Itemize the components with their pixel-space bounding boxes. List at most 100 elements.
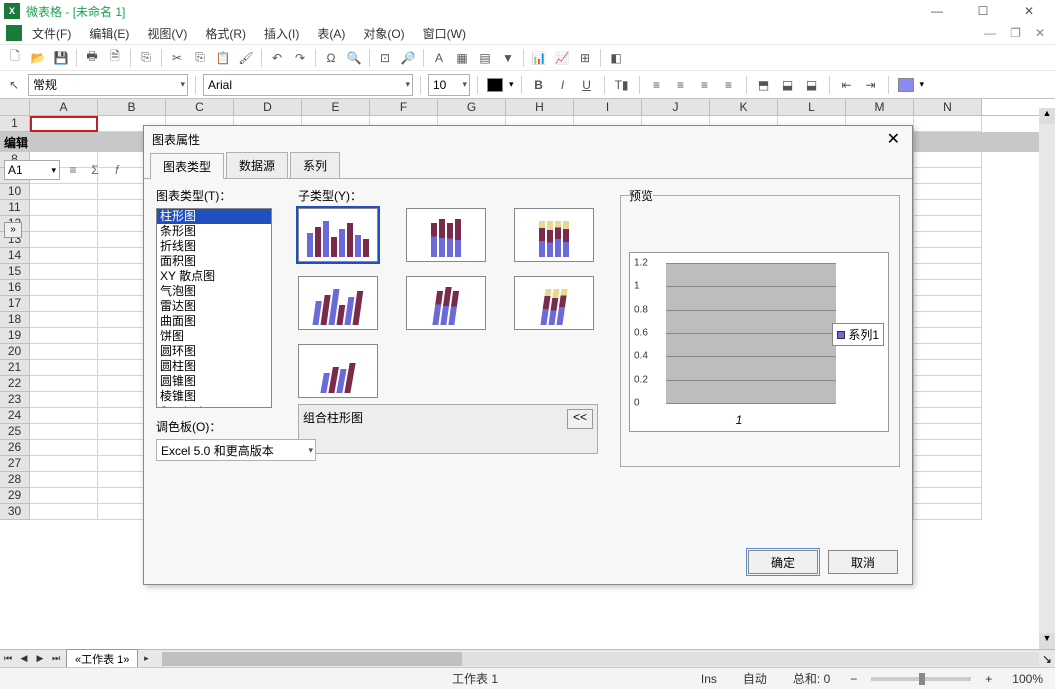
expand-row-button[interactable]: »	[4, 222, 22, 238]
chart-type-item[interactable]: 雷达图	[157, 299, 271, 314]
chart-type-item[interactable]: 圆柱图	[157, 359, 271, 374]
row-header[interactable]: 23	[0, 392, 30, 408]
cell[interactable]	[914, 360, 982, 376]
redo-icon[interactable]: ↷	[289, 47, 311, 69]
cell[interactable]	[30, 328, 98, 344]
row-header[interactable]: 18	[0, 312, 30, 328]
cell[interactable]	[914, 344, 982, 360]
chart-type-item[interactable]: 曲面图	[157, 314, 271, 329]
cell[interactable]	[914, 440, 982, 456]
cell[interactable]	[914, 296, 982, 312]
chart-icon[interactable]: 📊	[528, 47, 550, 69]
cell[interactable]	[914, 216, 982, 232]
cell[interactable]	[30, 456, 98, 472]
row-header[interactable]: 24	[0, 408, 30, 424]
cell-a1[interactable]	[30, 116, 98, 132]
select-all-corner[interactable]	[0, 99, 30, 115]
cell[interactable]	[30, 472, 98, 488]
col-header-D[interactable]: D	[234, 99, 302, 115]
subtype-100stacked-3d[interactable]	[514, 276, 594, 330]
tab-chart-type[interactable]: 图表类型	[150, 153, 224, 179]
row-header[interactable]: 22	[0, 376, 30, 392]
valign-mid-icon[interactable]: ⬓	[778, 75, 798, 95]
chart-type-item[interactable]: 圆锥图	[157, 374, 271, 389]
col-header-M[interactable]: M	[846, 99, 914, 115]
cell[interactable]	[30, 264, 98, 280]
print-preview-icon[interactable]: 🗎	[104, 47, 126, 69]
col-header-I[interactable]: I	[574, 99, 642, 115]
sum-icon[interactable]: Σ	[86, 161, 104, 179]
menu-sheet[interactable]: 表(A)	[309, 23, 353, 44]
cell[interactable]	[30, 232, 98, 248]
col-header-F[interactable]: F	[370, 99, 438, 115]
textbox-icon[interactable]: A	[428, 47, 450, 69]
cell[interactable]	[30, 504, 98, 520]
cell[interactable]	[30, 216, 98, 232]
cell[interactable]	[30, 248, 98, 264]
italic-icon[interactable]: I	[553, 75, 573, 95]
font-color-icon[interactable]	[485, 75, 505, 95]
subtype-stacked-3d[interactable]	[406, 276, 486, 330]
zoom-level[interactable]: 100%	[1006, 672, 1049, 686]
tab-data-source[interactable]: 数据源	[226, 152, 288, 178]
ok-button[interactable]: 确定	[748, 550, 818, 574]
undo-icon[interactable]: ↶	[266, 47, 288, 69]
zoom-icon[interactable]: 🔎	[397, 47, 419, 69]
cell[interactable]	[30, 280, 98, 296]
sheet-tab[interactable]: «工作表 1»	[66, 649, 138, 668]
valign-bottom-icon[interactable]: ⬓	[802, 75, 822, 95]
cell[interactable]	[914, 312, 982, 328]
chart-type-item[interactable]: 圆环图	[157, 344, 271, 359]
row-header[interactable]: 27	[0, 456, 30, 472]
cell[interactable]	[30, 376, 98, 392]
menu-format[interactable]: 格式(R)	[197, 23, 254, 44]
cancel-button[interactable]: 取消	[828, 550, 898, 574]
pivot-icon[interactable]: ⊞	[574, 47, 596, 69]
vertical-scrollbar[interactable]: ▲ ▼	[1039, 108, 1055, 649]
autofilter-icon[interactable]: ▼	[497, 47, 519, 69]
palette-combo[interactable]: Excel 5.0 和更高版本▾	[156, 439, 316, 461]
subtype-clustered-2d[interactable]	[298, 208, 378, 262]
name-box[interactable]: A1▾	[4, 160, 60, 180]
mdi-close[interactable]: ✕	[1031, 26, 1049, 40]
cell[interactable]	[30, 200, 98, 216]
tab-last-icon[interactable]: ⏭	[48, 651, 64, 667]
tab-next-icon[interactable]: ▶	[32, 651, 48, 667]
row-header[interactable]: 30	[0, 504, 30, 520]
subtype-clustered-3d[interactable]	[298, 276, 378, 330]
scroll-up-icon[interactable]: ▲	[1039, 108, 1055, 124]
chart-type-item[interactable]: Stock chart	[157, 404, 271, 408]
symbol-icon[interactable]: Ω	[320, 47, 342, 69]
col-header-E[interactable]: E	[302, 99, 370, 115]
row-header[interactable]: 21	[0, 360, 30, 376]
cell[interactable]	[914, 488, 982, 504]
align-justify-icon[interactable]: ≡	[719, 75, 739, 95]
bold-icon[interactable]: B	[529, 75, 549, 95]
row-header[interactable]: 14	[0, 248, 30, 264]
col-header-K[interactable]: K	[710, 99, 778, 115]
paste-icon[interactable]: 📋	[212, 47, 234, 69]
tab-first-icon[interactable]: ⏮	[0, 651, 16, 667]
cell[interactable]	[30, 296, 98, 312]
subtype-3d-column[interactable]	[298, 344, 378, 398]
cell[interactable]	[914, 248, 982, 264]
chart-type-item[interactable]: 条形图	[157, 224, 271, 239]
cell[interactable]	[30, 184, 98, 200]
row-header[interactable]: 15	[0, 264, 30, 280]
menu-file[interactable]: 文件(F)	[24, 23, 79, 44]
cell[interactable]	[30, 408, 98, 424]
pdf-icon[interactable]: ⎘	[135, 47, 157, 69]
print-icon[interactable]: 🖶	[81, 47, 103, 69]
col-header-L[interactable]: L	[778, 99, 846, 115]
chart-type-item[interactable]: 面积图	[157, 254, 271, 269]
cell[interactable]	[30, 440, 98, 456]
menu-insert[interactable]: 插入(I)	[256, 23, 307, 44]
split-icon[interactable]: ↘	[1039, 652, 1055, 666]
row-header[interactable]: 1	[0, 116, 30, 132]
cell[interactable]	[914, 408, 982, 424]
cell[interactable]	[914, 280, 982, 296]
col-header-H[interactable]: H	[506, 99, 574, 115]
menu-edit[interactable]: 编辑(E)	[81, 23, 137, 44]
highlight-icon[interactable]: T▮	[612, 75, 632, 95]
cell[interactable]	[914, 184, 982, 200]
